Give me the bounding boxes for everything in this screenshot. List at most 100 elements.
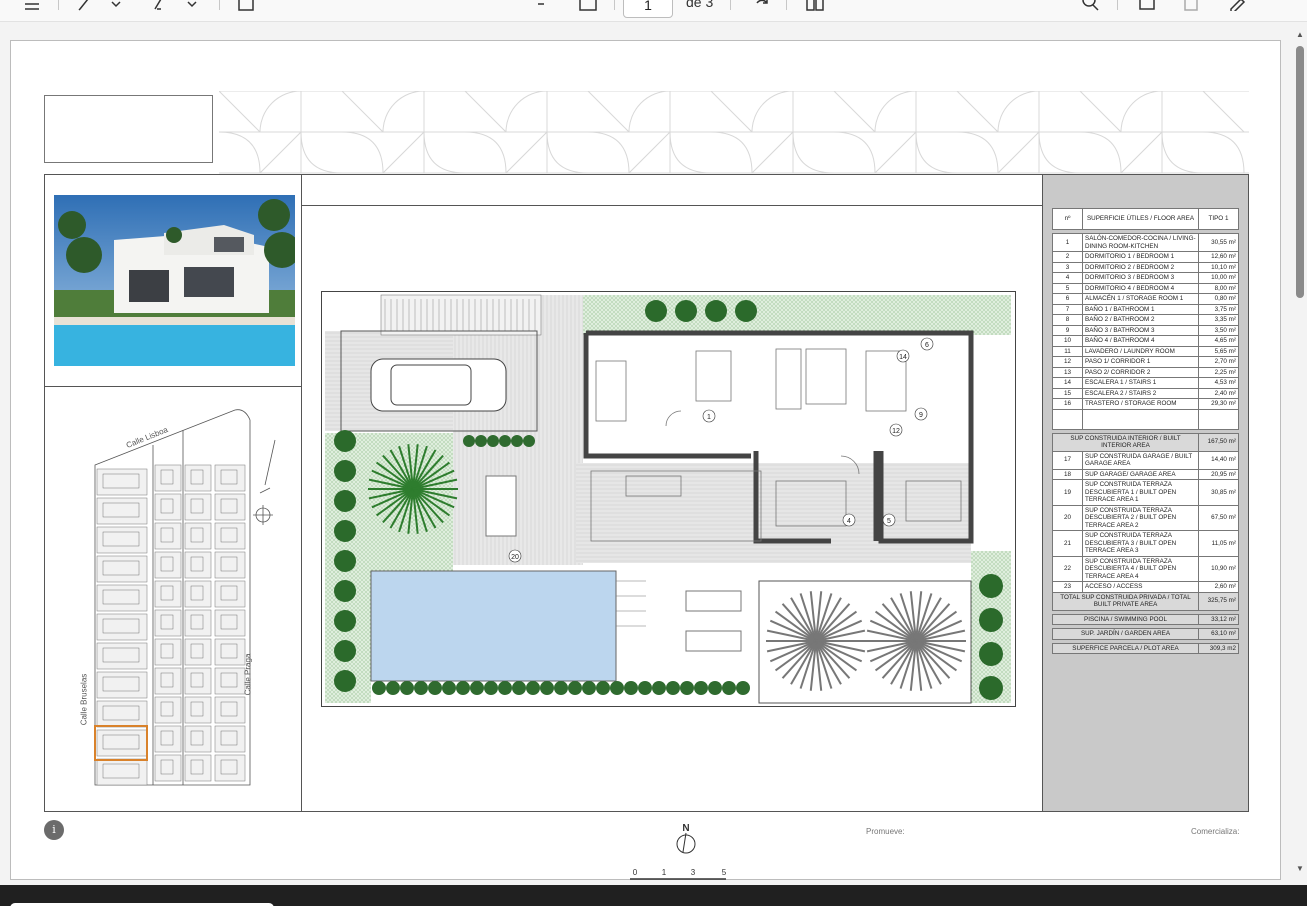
table-row: 16 TRASTERO / STORAGE ROOM 29,30 m² [1052,398,1239,410]
table-row: TOTAL SUP CONSTRUIDA PRIVADA / TOTAL BUI… [1052,591,1239,611]
row-number: 12 [1052,356,1083,368]
table-row: 18 SUP GARAGE/ GARAGE AREA 20,95 m² [1052,468,1239,480]
row-number: 18 [1052,468,1083,480]
built-area-name: SUP CONSTRUIDA TERRAZA DESCUBIERTA 4 / B… [1082,555,1199,582]
row-number: 21 [1052,530,1083,557]
room-area: 2,40 m² [1198,387,1239,399]
pool-value: 33,12 m² [1198,613,1239,625]
room-name: BAÑO 1 / BATHROOM 1 [1082,303,1199,315]
table-row: 21 SUP CONSTRUIDA TERRAZA DESCUBIERTA 3 /… [1052,530,1239,557]
table-row: 7 BAÑO 1 / BATHROOM 1 3,75 m² [1052,303,1239,315]
room-area: 4,65 m² [1198,335,1239,347]
plan-room-label: 12 [892,428,900,435]
room-name: BAÑO 4 / BATHROOM 4 [1082,335,1199,347]
room-area: 2,25 m² [1198,366,1239,378]
row-number: 19 [1052,479,1083,506]
menu-icon[interactable] [22,0,42,14]
row-number: 20 [1052,504,1083,531]
room-area: 10,10 m² [1198,261,1239,273]
two-page-icon[interactable] [804,0,826,14]
plan-room-label: 9 [919,412,923,419]
search-icon[interactable] [1080,0,1102,14]
room-name: TRASTERO / STORAGE ROOM [1082,398,1199,410]
row-number: 17 [1052,450,1083,470]
row-number: 14 [1052,377,1083,389]
site-key-plan [94,409,276,786]
plan-room-label: 20 [511,554,519,561]
chevron-down-icon[interactable] [186,0,198,14]
minus-icon[interactable] [535,0,547,14]
scrollbar-thumb[interactable] [1296,46,1304,298]
highlight-icon[interactable] [150,0,166,14]
table-row: 1 SALÓN-COMEDOR-COCINA / LIVING-DINING RO… [1052,233,1239,252]
built-area-value: 2,60 m² [1198,581,1239,593]
area-table: nº SUPERFICIE ÚTILES / FLOOR AREA TIPO 1… [1052,208,1239,654]
plan-sheet: Calle Lisboa Calle Bruselas Calle Praga [44,174,1249,812]
page-count: de 3 [686,0,714,10]
scroll-up-arrow-icon[interactable]: ▲ [1296,30,1304,39]
table-row: SUP CONSTRUIDA INTERIOR / BUILT INTERIOR… [1052,432,1239,452]
plan-room-label: 4 [847,518,851,525]
table-row: 3 DORMITORIO 2 / BEDROOM 2 10,10 m² [1052,261,1239,273]
draw-icon[interactable] [76,0,92,14]
scale-tick-5: 5 [722,868,727,877]
plan-room-label: 6 [925,342,929,349]
table-row: 11 LAVADERO / LAUNDRY ROOM 5,65 m² [1052,345,1239,357]
table-row: 8 BAÑO 2 / BATHROOM 2 3,35 m² [1052,314,1239,326]
built-area-value: 10,90 m² [1198,555,1239,582]
room-area: 0,80 m² [1198,293,1239,305]
table-row: 10 BAÑO 4 / BATHROOM 4 4,65 m² [1052,335,1239,347]
text-box-icon[interactable] [236,0,256,14]
row-number: 8 [1052,314,1083,326]
room-name: DORMITORIO 2 / BEDROOM 2 [1082,261,1199,273]
table-cell [1198,408,1239,430]
built-area-name: SUP CONSTRUIDA GARAGE / BUILT GARAGE ARE… [1082,450,1199,470]
table-row: 19 SUP CONSTRUIDA TERRAZA DESCUBIERTA 1 /… [1052,479,1239,506]
page-number-input[interactable]: 1 [623,0,673,18]
table-row: 14 ESCALERA 1 / STAIRS 1 4,53 m² [1052,377,1239,389]
row-number: 16 [1052,398,1083,410]
plan-room-label: 14 [899,354,907,361]
fit-page-icon[interactable] [577,0,599,14]
row-number: 13 [1052,366,1083,378]
room-name: ESCALERA 2 / STAIRS 2 [1082,387,1199,399]
row-number: 10 [1052,335,1083,347]
row-number: 15 [1052,387,1083,399]
scroll-down-arrow-icon[interactable]: ▼ [1296,864,1304,873]
north-arrow-icon: N [676,823,696,854]
street-label-praga: Calle Praga [243,653,253,696]
pdf-viewer: 1 de 3 ▲ ▼ Calle Lisboa Calle Bruselas C… [0,0,1307,906]
row-number: 23 [1052,581,1083,593]
row-number: 9 [1052,324,1083,336]
scale-tick-3: 3 [691,868,696,877]
room-area: 5,65 m² [1198,345,1239,357]
save-icon[interactable] [1180,0,1202,14]
street-label-bruselas: Calle Bruselas [79,673,89,726]
row-number: 22 [1052,555,1083,582]
scale-tick-1: 1 [662,868,667,877]
edit-icon[interactable] [1226,0,1248,14]
chevron-down-icon[interactable] [110,0,122,14]
table-row: SUP. JARDÍN / GARDEN AREA 63,10 m² [1052,628,1239,640]
room-area: 3,50 m² [1198,324,1239,336]
room-name: BAÑO 3 / BATHROOM 3 [1082,324,1199,336]
rotate-icon[interactable] [752,0,772,14]
divider [614,0,615,10]
built-area-value: 30,85 m² [1198,479,1239,506]
room-name: PASO 1/ CORRIDOR 1 [1082,356,1199,368]
divider [58,0,59,10]
print-icon[interactable] [1136,0,1158,14]
table-row: 23 ACCESO / ACCESS 2,60 m² [1052,581,1239,593]
room-area: 2,70 m² [1198,356,1239,368]
built-area-value: 67,50 m² [1198,504,1239,531]
north-label: N [682,823,689,834]
room-name: DORMITORIO 4 / BEDROOM 4 [1082,282,1199,294]
table-row: 6 ALMACÉN 1 / STORAGE ROOM 1 0,80 m² [1052,293,1239,305]
col-header-number: nº [1052,208,1083,230]
table-row: PISCINA / SWIMMING POOL 33,12 m² [1052,613,1239,625]
room-name: BAÑO 2 / BATHROOM 2 [1082,314,1199,326]
info-icon: i [44,820,64,840]
built-area-name: SUP GARAGE/ GARAGE AREA [1082,468,1199,480]
room-name: ESCALERA 1 / STAIRS 1 [1082,377,1199,389]
room-area: 3,75 m² [1198,303,1239,315]
